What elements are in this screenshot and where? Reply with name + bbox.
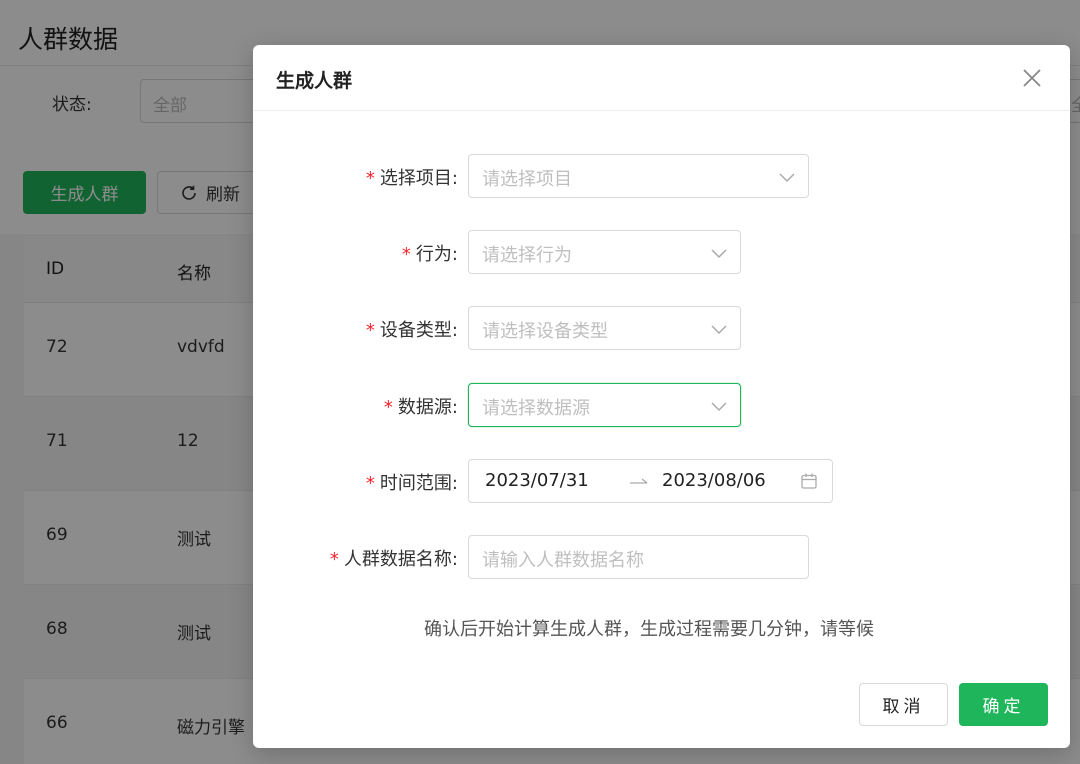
chevron-down-icon: [779, 173, 795, 183]
generate-crowd-dialog: 生成人群 * 选择项目: 请选择项目 * 行为: 请选择行为 * 设备类型: 请…: [253, 45, 1070, 748]
project-select[interactable]: 请选择项目: [468, 154, 809, 198]
device-label-text: 设备类型:: [379, 320, 458, 341]
datasource-placeholder: 请选择数据源: [482, 398, 590, 419]
form-row-datasource: * 数据源: 请选择数据源: [253, 383, 1070, 427]
required-mark: *: [329, 549, 339, 570]
calendar-icon: [801, 473, 817, 489]
project-placeholder: 请选择项目: [482, 169, 572, 190]
chevron-down-icon: [711, 325, 727, 335]
name-label: * 人群数据名称:: [330, 545, 458, 571]
name-label-text: 人群数据名称:: [343, 549, 458, 570]
project-label: * 选择项目:: [366, 164, 458, 190]
required-mark: *: [383, 397, 393, 418]
behavior-label-text: 行为:: [415, 244, 458, 265]
timerange-label-text: 时间范围:: [379, 473, 458, 494]
required-mark: *: [365, 320, 375, 341]
end-date-input[interactable]: 2023/08/06: [662, 470, 766, 491]
arrow-right-icon: [630, 478, 648, 484]
behavior-label: * 行为:: [402, 240, 458, 266]
close-icon[interactable]: [1021, 67, 1043, 89]
required-mark: *: [365, 168, 375, 189]
crowd-name-input[interactable]: 请输入人群数据名称: [468, 535, 809, 579]
chevron-down-icon: [711, 249, 727, 259]
timerange-label: * 时间范围:: [366, 469, 458, 495]
datasource-label: * 数据源:: [384, 393, 458, 419]
confirm-button[interactable]: 确定: [959, 683, 1048, 726]
form-row-project: * 选择项目: 请选择项目: [253, 154, 1070, 198]
datasource-label-text: 数据源:: [397, 397, 458, 418]
datasource-select[interactable]: 请选择数据源: [468, 383, 741, 427]
notice-text: 确认后开始计算生成人群，生成过程需要几分钟，请等候: [424, 619, 874, 640]
cancel-button[interactable]: 取消: [859, 683, 948, 726]
device-label: * 设备类型:: [366, 316, 458, 342]
behavior-placeholder: 请选择行为: [482, 245, 572, 266]
device-placeholder: 请选择设备类型: [482, 321, 608, 342]
form-row-timerange: * 时间范围: 2023/07/31 2023/08/06: [253, 459, 1070, 503]
start-date-input[interactable]: 2023/07/31: [485, 470, 589, 491]
project-label-text: 选择项目:: [379, 168, 458, 189]
behavior-select[interactable]: 请选择行为: [468, 230, 741, 274]
form-row-device: * 设备类型: 请选择设备类型: [253, 306, 1070, 350]
device-type-select[interactable]: 请选择设备类型: [468, 306, 741, 350]
form-row-name: * 人群数据名称: 请输入人群数据名称: [253, 535, 1070, 579]
dialog-title: 生成人群: [276, 70, 353, 92]
crowd-name-placeholder: 请输入人群数据名称: [482, 550, 644, 571]
form-row-behavior: * 行为: 请选择行为: [253, 230, 1070, 274]
required-mark: *: [365, 473, 375, 494]
required-mark: *: [401, 244, 411, 265]
date-range-picker[interactable]: 2023/07/31 2023/08/06: [468, 459, 833, 503]
chevron-down-icon: [711, 402, 727, 412]
dialog-header: 生成人群: [253, 45, 1070, 111]
